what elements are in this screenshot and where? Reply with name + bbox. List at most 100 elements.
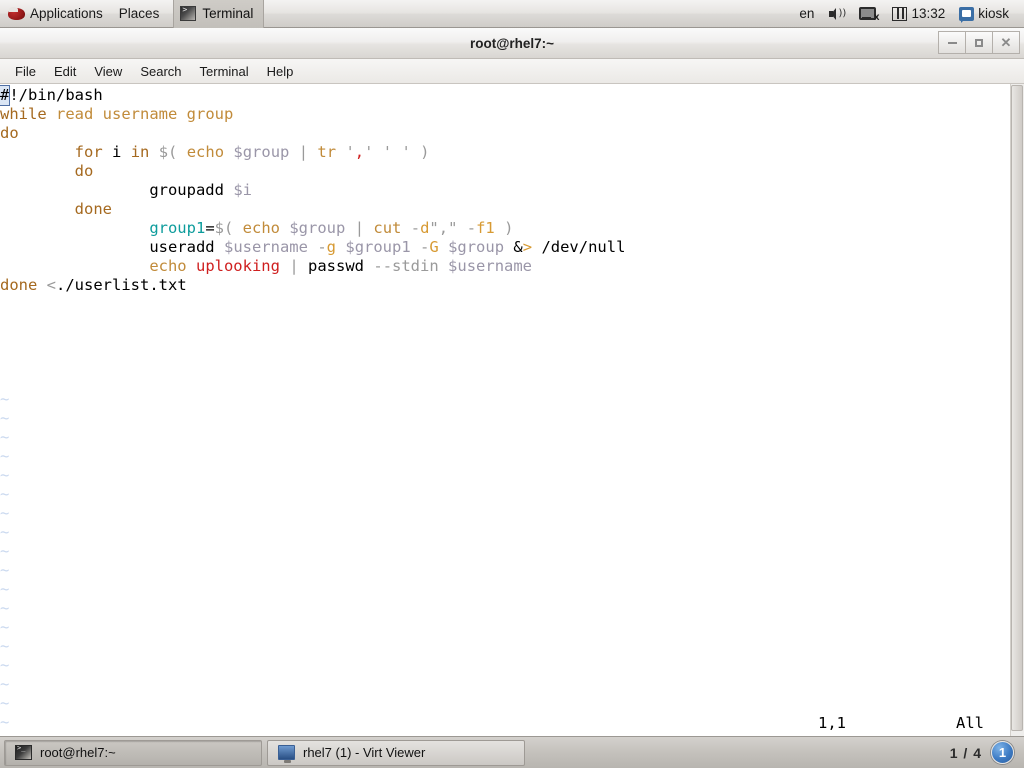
applications-menu[interactable]: Applications <box>0 1 111 27</box>
code-line: #!/bin/bash <box>0 85 625 106</box>
calendar-icon <box>892 6 908 21</box>
taskbar-item-virt-viewer[interactable]: rhel7 (1) - Virt Viewer <box>267 739 525 766</box>
terminal-screen[interactable]: #!/bin/bash while read username group do f… <box>0 84 1024 736</box>
code-token: read username group <box>56 105 234 123</box>
code-token: $( <box>158 143 178 161</box>
code-line: useradd $username -g $group1 -G $group &… <box>0 238 625 257</box>
code-token: = <box>205 219 215 237</box>
menu-search[interactable]: Search <box>131 62 190 81</box>
code-token: $group <box>233 143 290 161</box>
code-token: ./userlist.txt <box>56 276 187 294</box>
terminal-scrollbar[interactable] <box>1010 84 1024 736</box>
workspace-count-label: 1 / 4 <box>949 744 982 761</box>
code-line: groupadd $i <box>0 181 625 200</box>
volume-control[interactable]: )) <box>821 1 852 27</box>
network-disconnected-icon: x <box>859 6 879 23</box>
code-token: $username <box>223 238 308 256</box>
code-token: cut <box>373 219 402 237</box>
code-token: done <box>74 200 112 218</box>
close-button[interactable]: ✕ <box>992 31 1020 54</box>
code-token: | <box>354 219 365 237</box>
code-line: done <box>0 200 625 219</box>
code-token: echo <box>186 143 225 161</box>
clock-label: 13:32 <box>911 6 946 21</box>
vim-scroll-indicator: All <box>956 714 984 732</box>
code-token: $( <box>214 219 234 237</box>
top-panel: Applications Places Terminal en )) x 13:… <box>0 0 1024 28</box>
empty-line-marker: ~ <box>0 466 10 484</box>
code-token: ) <box>420 143 430 161</box>
clock-applet[interactable]: 13:32 <box>885 1 952 27</box>
code-token: & <box>513 238 523 256</box>
terminal-scrollbar-thumb[interactable] <box>1011 85 1023 731</box>
empty-line-marker: ~ <box>0 580 10 598</box>
user-icon <box>959 6 975 23</box>
virt-viewer-icon <box>278 745 295 763</box>
network-indicator[interactable]: x <box>852 1 885 27</box>
code-token: | <box>298 143 309 161</box>
vim-cursor-position: 1,1 <box>818 714 846 732</box>
code-token: g <box>326 238 337 256</box>
redhat-logo-icon <box>8 5 25 22</box>
code-token: f1 <box>476 219 495 237</box>
code-token: < <box>46 276 57 294</box>
code-token: echo <box>242 219 280 237</box>
code-token: --stdin <box>373 257 439 275</box>
code-token: $group1 <box>345 238 411 256</box>
menu-terminal[interactable]: Terminal <box>191 62 258 81</box>
code-line: for i in $( echo $group | tr ',' ' ' ) <box>0 143 625 162</box>
empty-line-marker: ~ <box>0 390 10 408</box>
code-token: - <box>317 238 327 256</box>
text-cursor: # <box>0 85 11 106</box>
code-token: done <box>0 276 38 294</box>
menu-edit[interactable]: Edit <box>45 62 85 81</box>
empty-line-marker: ~ <box>0 656 10 674</box>
vim-text-buffer[interactable]: #!/bin/bash while read username group do f… <box>0 85 625 295</box>
taskbar-item-virt-viewer-label: rhel7 (1) - Virt Viewer <box>303 745 426 760</box>
places-menu[interactable]: Places <box>111 1 168 27</box>
empty-line-marker: ~ <box>0 675 10 693</box>
code-token: tr <box>317 143 337 161</box>
code-token: /dev/null <box>541 238 626 256</box>
code-line: echo uplooking | passwd --stdin $usernam… <box>0 257 625 276</box>
menu-help[interactable]: Help <box>258 62 303 81</box>
menu-view[interactable]: View <box>85 62 131 81</box>
minimize-button[interactable] <box>938 31 966 54</box>
code-token: useradd <box>149 238 215 256</box>
empty-line-marker: ~ <box>0 447 10 465</box>
empty-line-marker: ~ <box>0 599 10 617</box>
code-token: groupadd <box>149 181 224 199</box>
taskbar-item-terminal[interactable]: root@rhel7:~ <box>4 739 262 766</box>
terminal-window: root@rhel7:~ ✕ File Edit View Search Ter… <box>0 28 1024 736</box>
top-panel-window-terminal[interactable]: Terminal <box>173 0 265 28</box>
speaker-icon: )) <box>828 7 846 21</box>
code-token: ' <box>345 143 355 161</box>
user-menu[interactable]: kiosk <box>952 1 1016 27</box>
window-titlebar[interactable]: root@rhel7:~ ✕ <box>0 28 1024 59</box>
code-token: , <box>354 143 365 161</box>
places-menu-label: Places <box>118 6 160 21</box>
empty-line-marker: ~ <box>0 523 10 541</box>
code-token: group1 <box>149 219 206 237</box>
code-token: - <box>410 219 421 237</box>
workspace-switcher[interactable]: 1 / 4 1 <box>950 741 1020 764</box>
keyboard-layout-indicator[interactable]: en <box>792 1 821 27</box>
code-token: i <box>112 143 122 161</box>
menu-file[interactable]: File <box>6 62 45 81</box>
maximize-button[interactable] <box>965 31 993 54</box>
code-token: - <box>466 219 477 237</box>
top-panel-window-terminal-label: Terminal <box>202 6 254 21</box>
code-token: while <box>0 105 47 123</box>
